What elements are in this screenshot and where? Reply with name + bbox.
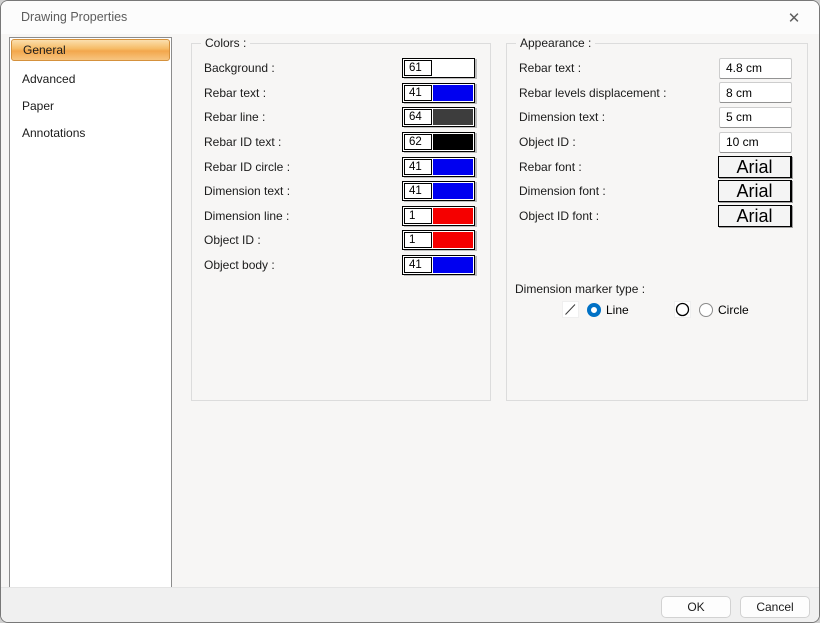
color-row-label: Dimension line :	[204, 209, 402, 223]
color-row-label: Rebar line :	[204, 110, 402, 124]
color-number: 41	[404, 257, 432, 273]
color-swatch-button[interactable]: 64	[402, 107, 475, 127]
color-row-label: Object body :	[204, 258, 402, 272]
font-select-button[interactable]: Arial	[718, 180, 792, 202]
color-swatch-button[interactable]: 41	[402, 255, 475, 275]
color-swatch-button[interactable]: 62	[402, 132, 475, 152]
colors-group-title: Colors :	[201, 36, 250, 50]
color-row: Rebar line : 64	[192, 105, 490, 130]
color-swatch-button[interactable]: 41	[402, 83, 475, 103]
font-label: Object ID font :	[519, 209, 718, 223]
field-label: Object ID :	[519, 135, 719, 149]
color-preview	[433, 232, 473, 248]
sidebar-item-advanced[interactable]: Advanced	[10, 65, 171, 92]
sidebar-item-label: Annotations	[22, 126, 85, 140]
color-preview	[433, 134, 473, 150]
colors-group: Colors : Background : 61 Rebar text : 41…	[191, 43, 491, 401]
color-row-label: Background :	[204, 61, 402, 75]
appearance-group-title: Appearance :	[516, 36, 595, 50]
color-swatch-button[interactable]: 1	[402, 230, 475, 250]
color-number: 41	[404, 183, 432, 199]
color-row: Dimension line : 1	[192, 204, 490, 229]
font-label: Dimension font :	[519, 184, 718, 198]
font-row: Rebar font : Arial	[507, 154, 807, 179]
color-row: Dimension text : 41	[192, 179, 490, 204]
color-swatch-button[interactable]: 1	[402, 206, 475, 226]
marker-radio[interactable]	[699, 303, 713, 317]
appearance-field-row: Rebar text :	[507, 56, 807, 81]
field-input[interactable]	[719, 132, 792, 153]
sidebar-item-label: Advanced	[22, 72, 75, 86]
circle-marker-icon	[675, 302, 690, 317]
ok-button[interactable]: OK	[661, 596, 731, 618]
color-row: Rebar text : 41	[192, 81, 490, 106]
appearance-field-row: Rebar levels displacement :	[507, 81, 807, 106]
field-input[interactable]	[719, 82, 792, 103]
sidebar-item-label: General	[23, 43, 66, 57]
dimension-marker-type-label: Dimension marker type :	[515, 282, 645, 296]
appearance-field-row: Object ID :	[507, 130, 807, 155]
color-rows: Background : 61 Rebar text : 41 Rebar li…	[192, 56, 490, 277]
marker-option-circle[interactable]: Circle	[674, 301, 749, 318]
field-input[interactable]	[719, 58, 792, 79]
field-label: Rebar text :	[519, 61, 719, 75]
color-number: 41	[404, 85, 432, 101]
field-label: Dimension text :	[519, 110, 719, 124]
sidebar-item-label: Paper	[22, 99, 54, 113]
color-preview	[433, 257, 473, 273]
appearance-group: Appearance : Rebar text : Rebar levels d…	[506, 43, 808, 401]
field-input[interactable]	[719, 107, 792, 128]
color-row: Rebar ID circle : 41	[192, 154, 490, 179]
category-list: General Advanced Paper Annotations	[9, 37, 172, 588]
appearance-field-rows: Rebar text : Rebar levels displacement :…	[507, 56, 807, 154]
marker-option-label: Circle	[718, 303, 749, 317]
window-title: Drawing Properties	[21, 1, 127, 34]
sidebar-item-annotations[interactable]: Annotations	[10, 119, 171, 146]
close-icon[interactable]: ✕	[775, 3, 813, 32]
color-row-label: Rebar text :	[204, 86, 402, 100]
marker-radio[interactable]	[587, 303, 601, 317]
field-label: Rebar levels displacement :	[519, 86, 719, 100]
color-preview	[433, 85, 473, 101]
marker-option-label: Line	[606, 303, 629, 317]
font-button-rows: Rebar font : Arial Dimension font : Aria…	[507, 154, 807, 228]
color-number: 41	[404, 159, 432, 175]
font-select-button[interactable]: Arial	[718, 156, 792, 178]
color-preview	[433, 109, 473, 125]
sidebar-item-paper[interactable]: Paper	[10, 92, 171, 119]
line-marker-icon	[563, 302, 578, 317]
color-row-label: Object ID :	[204, 233, 402, 247]
color-row: Background : 61	[192, 56, 490, 81]
color-row-label: Rebar ID circle :	[204, 160, 402, 174]
color-preview	[433, 60, 473, 76]
color-number: 1	[404, 208, 432, 224]
font-label: Rebar font :	[519, 160, 718, 174]
marker-option-line[interactable]: Line	[562, 301, 674, 318]
font-row: Dimension font : Arial	[507, 179, 807, 204]
appearance-field-row: Dimension text :	[507, 105, 807, 130]
color-swatch-button[interactable]: 41	[402, 181, 475, 201]
color-preview	[433, 183, 473, 199]
drawing-properties-dialog: Drawing Properties ✕ General Advanced Pa…	[0, 0, 820, 623]
color-number: 61	[404, 60, 432, 76]
font-row: Object ID font : Arial	[507, 204, 807, 229]
title-bar: Drawing Properties ✕	[1, 1, 819, 34]
footer-bar: OK Cancel	[1, 587, 819, 622]
font-select-button[interactable]: Arial	[718, 205, 792, 227]
color-row: Object body : 41	[192, 253, 490, 278]
color-swatch-button[interactable]: 41	[402, 157, 475, 177]
dimension-marker-options: Line Circle	[562, 301, 749, 318]
color-number: 1	[404, 232, 432, 248]
color-row-label: Dimension text :	[204, 184, 402, 198]
cancel-button[interactable]: Cancel	[740, 596, 810, 618]
color-number: 62	[404, 134, 432, 150]
color-swatch-button[interactable]: 61	[402, 58, 475, 78]
color-preview	[433, 208, 473, 224]
color-preview	[433, 159, 473, 175]
color-row-label: Rebar ID text :	[204, 135, 402, 149]
color-row: Rebar ID text : 62	[192, 130, 490, 155]
color-row: Object ID : 1	[192, 228, 490, 253]
color-number: 64	[404, 109, 432, 125]
sidebar-item-general[interactable]: General	[11, 39, 170, 61]
